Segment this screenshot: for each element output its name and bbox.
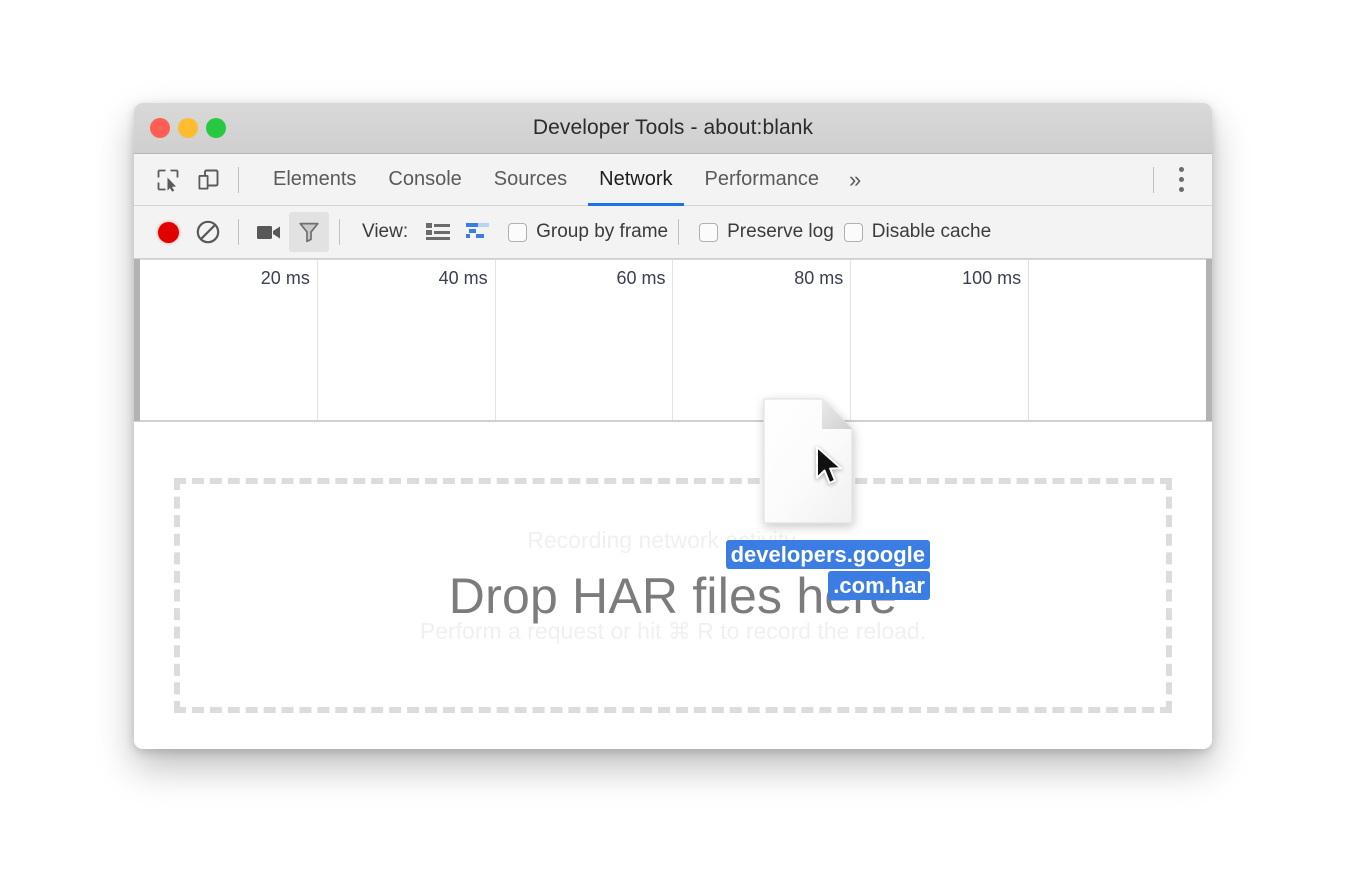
close-button[interactable] <box>150 118 170 138</box>
toolbar-divider-2 <box>339 219 340 245</box>
clear-icon <box>195 219 221 245</box>
timeline-cell: 20 ms <box>140 260 318 420</box>
record-button[interactable] <box>148 212 188 252</box>
minimize-button[interactable] <box>178 118 198 138</box>
kebab-dot <box>1179 167 1184 172</box>
screenshot-root: Developer Tools - about:blank Elements <box>0 0 1372 888</box>
tabbar-right-divider <box>1153 167 1154 193</box>
timeline-cell: 100 ms <box>851 260 1029 420</box>
timeline-cell: 60 ms <box>496 260 674 420</box>
har-drop-zone[interactable]: Drop HAR files here <box>174 478 1172 713</box>
disable-cache-checkbox[interactable]: Disable cache <box>844 221 991 243</box>
device-toolbar-icon <box>196 168 220 192</box>
tab-performance[interactable]: Performance <box>689 154 836 206</box>
maximize-button[interactable] <box>206 118 226 138</box>
timeline-tick-label: 60 ms <box>616 268 665 289</box>
toolbar-divider-1 <box>238 219 239 245</box>
capture-screenshots-button[interactable] <box>249 212 289 252</box>
timeline-cell: 80 ms <box>673 260 851 420</box>
device-toolbar-button[interactable] <box>188 160 228 200</box>
window-controls <box>150 103 226 153</box>
network-empty-panel: Recording network activity… Perform a re… <box>134 422 1212 749</box>
filter-button[interactable] <box>289 212 329 252</box>
timeline-cell <box>1029 260 1206 420</box>
timeline-cell: 40 ms <box>318 260 496 420</box>
window-title-bar: Developer Tools - about:blank <box>134 103 1212 154</box>
list-view-button[interactable] <box>418 212 458 252</box>
inspect-element-icon <box>156 168 180 192</box>
kebab-menu-icon[interactable] <box>1164 160 1198 200</box>
tab-sources[interactable]: Sources <box>478 154 583 206</box>
network-overview-timeline[interactable]: 20 ms 40 ms 60 ms 80 ms 100 ms <box>134 259 1212 422</box>
disable-cache-box[interactable] <box>844 223 863 242</box>
record-button-icon <box>158 222 179 243</box>
waterfall-view-icon <box>465 222 491 242</box>
group-by-frame-label: Group by frame <box>536 221 668 243</box>
group-by-frame-box[interactable] <box>508 223 527 242</box>
camera-icon <box>256 222 282 242</box>
kebab-dot <box>1179 187 1184 192</box>
group-by-frame-checkbox[interactable]: Group by frame <box>508 221 668 243</box>
preserve-log-label: Preserve log <box>727 221 834 243</box>
preserve-log-box[interactable] <box>699 223 718 242</box>
waterfall-view-button[interactable] <box>458 212 498 252</box>
filter-funnel-icon <box>297 220 321 244</box>
network-toolbar: View: <box>134 206 1212 259</box>
timeline-right-handle[interactable] <box>1206 259 1212 421</box>
tabbar-right-group <box>1143 160 1212 200</box>
preserve-log-checkbox[interactable]: Preserve log <box>699 221 834 243</box>
window-title: Developer Tools - about:blank <box>134 116 1212 140</box>
kebab-dot <box>1179 177 1184 182</box>
inspect-element-button[interactable] <box>148 160 188 200</box>
list-view-icon <box>426 223 450 241</box>
tabbar-divider <box>238 167 239 193</box>
tab-network[interactable]: Network <box>583 154 688 206</box>
devtools-window: Developer Tools - about:blank Elements <box>134 103 1212 749</box>
timeline-tick-label: 80 ms <box>794 268 843 289</box>
tab-elements[interactable]: Elements <box>257 154 372 206</box>
clear-button[interactable] <box>188 212 228 252</box>
timeline-tick-label: 100 ms <box>962 268 1021 289</box>
timeline-grid: 20 ms 40 ms 60 ms 80 ms 100 ms <box>140 259 1206 421</box>
toolbar-divider-3 <box>678 219 679 245</box>
timeline-tick-label: 20 ms <box>261 268 310 289</box>
timeline-tick-label: 40 ms <box>439 268 488 289</box>
disable-cache-label: Disable cache <box>872 221 991 243</box>
more-tabs-button[interactable]: » <box>835 154 875 206</box>
drop-zone-text: Drop HAR files here <box>449 567 897 625</box>
devtools-tab-bar: Elements Console Sources Network Perform… <box>134 154 1212 206</box>
view-label: View: <box>362 221 408 243</box>
tab-console[interactable]: Console <box>372 154 477 206</box>
tab-list: Elements Console Sources Network Perform… <box>257 154 875 206</box>
